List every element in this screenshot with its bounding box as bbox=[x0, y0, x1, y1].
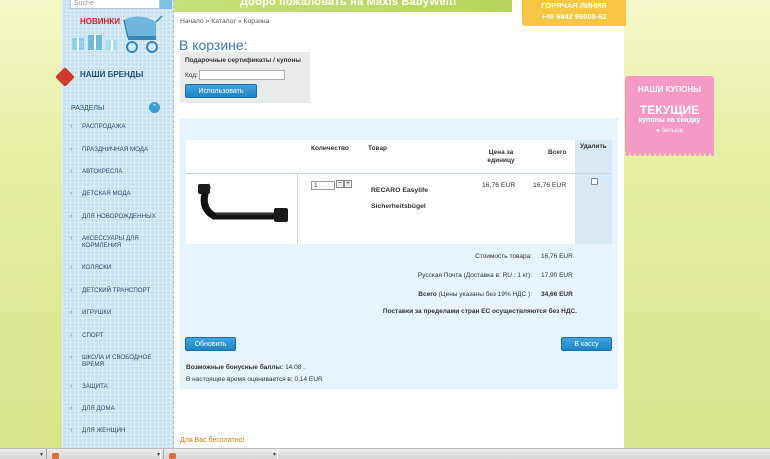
collapse-icon[interactable]: ⌃ bbox=[149, 102, 160, 113]
header-delete: Удалить bbox=[580, 143, 607, 150]
bonus-worth: В настоящее время оценивается в: 0,14 EU… bbox=[186, 376, 323, 383]
search-button[interactable] bbox=[160, 0, 172, 9]
sections-heading: РАЗДЕЛЫ bbox=[71, 105, 105, 112]
delete-column bbox=[575, 140, 612, 244]
header-product: Товар bbox=[368, 145, 388, 152]
bullet-icon: ‹ bbox=[70, 190, 73, 197]
sidebar-item-toys[interactable]: ‹ ИГРУШКИ bbox=[70, 309, 170, 316]
bullet-icon: ‹ bbox=[70, 354, 73, 361]
unit-price: 16,76 EUR bbox=[482, 182, 516, 189]
product-name[interactable]: RECARO Easylife Sicherheitsbügel bbox=[371, 183, 428, 215]
coupon-title: Подарочные сертификаты / купоны bbox=[185, 57, 301, 64]
promo-more-link[interactable]: ● больше bbox=[625, 128, 714, 134]
sidebar-item-car-seats[interactable]: ‹ АВТОКРЕСЛА bbox=[70, 168, 170, 175]
stroller-icon bbox=[123, 15, 163, 53]
subtotal-label: Стоимость товара: bbox=[475, 253, 532, 260]
hotline-badge: ГОРЯЧАЯ ЛИНИЯ +49 6842 96008-62 bbox=[522, 0, 626, 26]
quantity-input[interactable]: 1 bbox=[311, 181, 335, 190]
quantity-increase-button[interactable]: + bbox=[344, 180, 352, 188]
sidebar-item-festive-fashion[interactable]: ‹ ПРАЗДНИЧНАЯ МОДА bbox=[70, 146, 170, 153]
apply-coupon-button[interactable]: Использовать bbox=[185, 84, 257, 98]
bullet-icon: ‹ bbox=[70, 264, 73, 271]
bullet-icon: ‹ bbox=[70, 123, 73, 130]
delete-checkbox[interactable] bbox=[591, 178, 598, 185]
line-total: 16,76 EUR bbox=[533, 182, 567, 189]
update-cart-button[interactable]: Обновить bbox=[185, 337, 236, 351]
hotline-phone: +49 6842 96008-62 bbox=[541, 12, 607, 21]
taskbar-item[interactable] bbox=[163, 449, 278, 459]
product-image[interactable] bbox=[192, 178, 292, 230]
hotline-title: ГОРЯЧАЯ ЛИНИЯ bbox=[541, 1, 607, 10]
gifts-icon bbox=[72, 35, 117, 50]
sidebar-item-kids-transport[interactable]: ‹ ДЕТСКИЙ ТРАНСПОРТ bbox=[70, 287, 170, 294]
bullet-icon: ‹ bbox=[70, 383, 73, 390]
coupon-code-label: Код: bbox=[185, 72, 198, 79]
browser-icon bbox=[52, 453, 59, 459]
sidebar-item-women[interactable]: ‹ ДЛЯ ЖЕНЩИН bbox=[70, 427, 170, 434]
tax-note: Поставки за пределами стран ЕС осуществл… bbox=[382, 308, 577, 315]
bullet-icon: ‹ bbox=[70, 405, 73, 412]
taskbar-item[interactable] bbox=[46, 449, 161, 459]
header-total: Всего bbox=[548, 149, 567, 156]
sidebar-item-home[interactable]: ‹ ДЛЯ ДОМА bbox=[70, 405, 170, 412]
total-value: 34,66 EUR bbox=[541, 291, 573, 298]
search-input[interactable]: Suche bbox=[70, 0, 160, 9]
free-for-you-heading: Для Вас бесплатно! bbox=[180, 437, 245, 444]
chevron-down-icon: ▾ bbox=[157, 452, 161, 458]
total-note: (Цены указаны без 19% НДС ): bbox=[438, 291, 532, 298]
chevron-down-icon: ▾ bbox=[40, 452, 44, 458]
sidebar-item-sport[interactable]: ‹ СПОРТ bbox=[70, 332, 170, 339]
new-arrivals-link[interactable]: НОВИНКИ bbox=[80, 17, 120, 26]
checkout-button[interactable]: В кассу bbox=[561, 337, 612, 351]
sidebar-item-feeding[interactable]: ‹ АКСЕССУАРЫ ДЛЯ КОРМЛЕНИЯ bbox=[70, 235, 170, 249]
total-label: Всего (Цены указаны без 19% НДС ): bbox=[360, 291, 532, 298]
header-quantity: Количество bbox=[311, 145, 349, 152]
bonus-points: Возможные бонусные баллы: 14.08 . bbox=[186, 364, 305, 371]
promo-big: ТЕКУЩИЕ bbox=[639, 103, 700, 117]
page-title: В корзине: bbox=[179, 37, 248, 53]
promo-title: НАШИ КУПОНЫ bbox=[637, 85, 702, 94]
bonus-value: 14.08 . bbox=[285, 364, 305, 371]
breadcrumb-cart[interactable]: Корзина bbox=[244, 18, 270, 25]
shipping-label: Русская Почта (Доставка в: RU : 1 кг): bbox=[417, 272, 532, 279]
quantity-decrease-button[interactable]: − bbox=[336, 180, 344, 188]
sidebar bbox=[62, 0, 174, 459]
sidebar-item-kids-fashion[interactable]: ‹ ДЕТСКАЯ МОДА bbox=[70, 190, 170, 197]
breadcrumb-separator: » bbox=[237, 18, 242, 25]
welcome-text: Добро пожаловать на Maxis BabyWelt! bbox=[240, 0, 457, 8]
bullet-icon: ‹ bbox=[70, 332, 73, 339]
bullet-icon: ‹ bbox=[70, 146, 73, 153]
sidebar-item-protection[interactable]: ‹ ЗАЩИТА bbox=[70, 383, 170, 390]
row-divider bbox=[186, 173, 612, 174]
shipping-value: 17,90 EUR bbox=[541, 272, 573, 279]
bullet-icon: ‹ bbox=[70, 235, 73, 242]
bullet-icon: ‹ bbox=[70, 213, 73, 220]
total-label-bold: Всего bbox=[418, 291, 437, 298]
bullet-icon: ‹ bbox=[70, 287, 73, 294]
breadcrumb-separator: » bbox=[205, 18, 210, 25]
header-unit-price: Цена за единицу bbox=[487, 149, 515, 164]
coupons-promo-banner[interactable]: НАШИ КУПОНЫ ТЕКУЩИЕ купоны на скидку ● б… bbox=[625, 76, 714, 156]
bonus-label: Возможные бонусные баллы: bbox=[186, 364, 284, 371]
column-divider bbox=[297, 174, 298, 244]
browser-icon bbox=[169, 453, 176, 459]
breadcrumb: Начало » Каталог » Корзина bbox=[180, 18, 269, 25]
bullet-icon: ‹ bbox=[70, 309, 73, 316]
bullet-icon: ‹ bbox=[70, 427, 73, 434]
sidebar-item-strollers[interactable]: ‹ КОЛЯСКИ bbox=[70, 264, 170, 271]
breadcrumb-catalog[interactable]: Каталог bbox=[211, 18, 236, 25]
breadcrumb-home[interactable]: Начало bbox=[180, 18, 204, 25]
bullet-icon: ‹ bbox=[70, 168, 73, 175]
sidebar-item-newborns[interactable]: ‹ ДЛЯ НОВОРОЖДЕННЫХ bbox=[70, 213, 170, 220]
subtotal-value: 16,76 EUR bbox=[541, 253, 573, 260]
our-brands-link[interactable]: НАШИ БРЕНДЫ bbox=[80, 70, 143, 79]
sidebar-item-school[interactable]: ‹ ШКОЛА И СВОБОДНОЕ ВРЕМЯ bbox=[70, 354, 170, 368]
coupon-code-input[interactable] bbox=[199, 70, 285, 80]
sidebar-item-sale[interactable]: ‹ РАСПРОДАЖА bbox=[70, 123, 170, 130]
promo-sub: купоны на скидку bbox=[638, 117, 701, 124]
chevron-down-icon: ▾ bbox=[273, 452, 277, 458]
